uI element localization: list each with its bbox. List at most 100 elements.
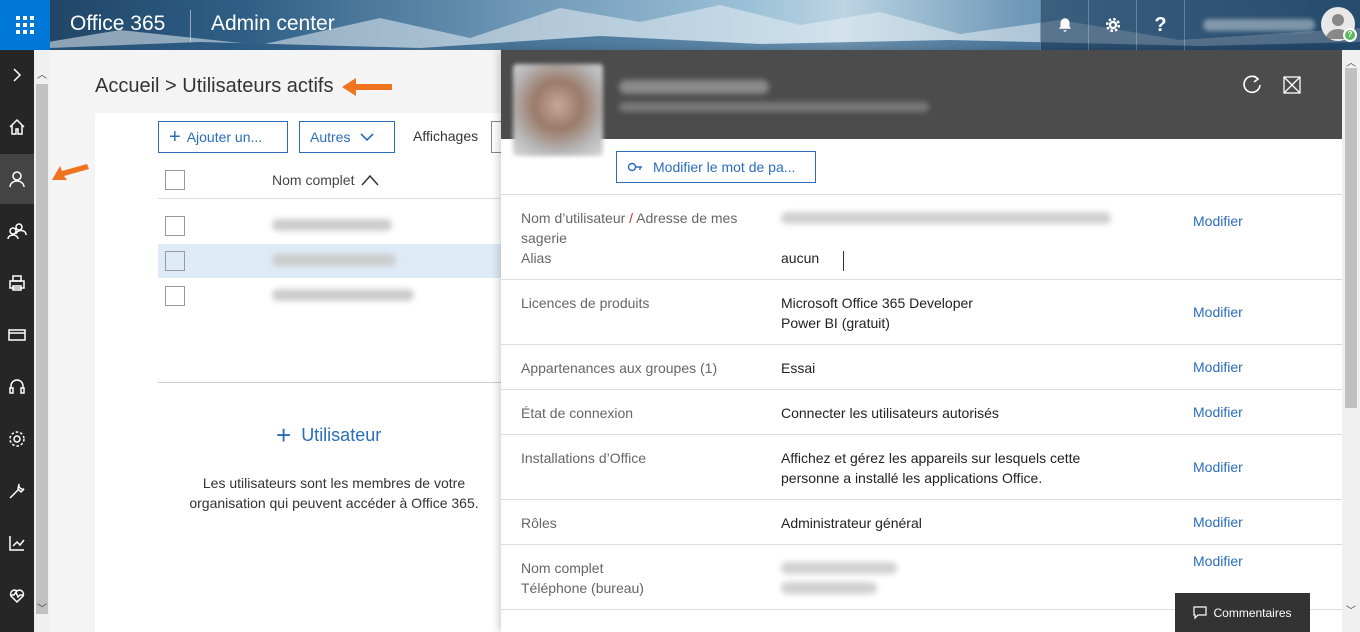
edit-licenses-link[interactable]: Modifier bbox=[1193, 304, 1243, 320]
nav-scrollbar[interactable]: ︿ ﹀ bbox=[34, 50, 50, 632]
select-all-checkbox[interactable] bbox=[165, 170, 185, 190]
nav-item-settings[interactable] bbox=[0, 414, 34, 464]
text-cursor bbox=[843, 251, 844, 271]
notifications-button[interactable] bbox=[1040, 0, 1088, 50]
full-name-value-redacted bbox=[781, 562, 897, 574]
breadcrumb-home[interactable]: Accueil bbox=[95, 75, 159, 97]
row-checkbox[interactable] bbox=[165, 216, 185, 236]
app-section-title: Admin center bbox=[211, 12, 335, 35]
panel-scrollbar[interactable]: ︿ ﹀ bbox=[1342, 50, 1360, 632]
app-launcher-button[interactable] bbox=[0, 0, 50, 50]
panel-header bbox=[501, 50, 1342, 139]
breadcrumb-separator: > bbox=[165, 75, 177, 97]
sort-ascending-icon[interactable] bbox=[361, 174, 379, 186]
annotation-arrow-icon bbox=[342, 78, 392, 96]
reset-password-button[interactable]: Modifier le mot de pa... bbox=[616, 151, 816, 183]
user-name-redacted bbox=[272, 219, 392, 231]
nav-item-billing[interactable] bbox=[0, 310, 34, 360]
row-checkbox[interactable] bbox=[165, 286, 185, 306]
section-divider bbox=[501, 344, 1342, 345]
user-details-panel: Modifier le mot de pa... Nom d’utilisate… bbox=[501, 50, 1342, 632]
username-value-redacted bbox=[781, 212, 1111, 224]
table-row[interactable] bbox=[158, 244, 502, 278]
more-actions-label: Autres bbox=[310, 129, 351, 145]
table-row[interactable] bbox=[158, 279, 502, 313]
user-email-redacted bbox=[619, 102, 929, 112]
edit-groups-link[interactable]: Modifier bbox=[1193, 359, 1243, 375]
license-item: Power BI (gratuit) bbox=[781, 315, 890, 331]
account-menu[interactable]: ? bbox=[1184, 0, 1360, 50]
nav-item-setup[interactable] bbox=[0, 466, 34, 516]
office-phone-label: Téléphone (bureau) bbox=[521, 580, 644, 596]
list-header-divider bbox=[158, 198, 502, 199]
office-installs-value: personne a installé les applications Off… bbox=[781, 470, 1043, 486]
credit-card-icon bbox=[8, 329, 26, 341]
edit-username-link[interactable]: Modifier bbox=[1193, 213, 1243, 229]
nav-item-support[interactable] bbox=[0, 362, 34, 412]
nav-item-resources[interactable] bbox=[0, 258, 34, 308]
annotation-arrow-icon bbox=[52, 164, 89, 180]
help-button[interactable]: ? bbox=[1136, 0, 1184, 50]
add-user-link-label: Utilisateur bbox=[301, 424, 382, 445]
chevron-up-icon[interactable]: ︿ bbox=[1346, 54, 1356, 69]
chart-icon bbox=[9, 536, 25, 551]
add-user-link[interactable]: + Utilisateur bbox=[276, 422, 381, 448]
user-name-redacted bbox=[272, 289, 414, 301]
license-item: Microsoft Office 365 Developer bbox=[781, 295, 973, 311]
printer-icon bbox=[9, 275, 25, 291]
edit-roles-link[interactable]: Modifier bbox=[1193, 514, 1243, 530]
row-checkbox[interactable] bbox=[165, 251, 185, 271]
header-divider bbox=[190, 10, 191, 42]
phone-value-redacted bbox=[781, 582, 877, 594]
reset-password-label: Modifier le mot de pa... bbox=[653, 159, 796, 175]
headset-icon bbox=[9, 379, 25, 394]
breadcrumb-current: Utilisateurs actifs bbox=[182, 75, 334, 97]
close-icon[interactable] bbox=[1283, 76, 1301, 94]
roles-label: Rôles bbox=[521, 515, 557, 531]
comment-icon bbox=[1193, 605, 1208, 619]
nav-scroll-thumb[interactable] bbox=[36, 84, 48, 614]
presence-status-icon: ? bbox=[1343, 28, 1357, 42]
alias-label: Alias bbox=[521, 250, 552, 266]
top-bar: Office 365 Admin center ? ? bbox=[0, 0, 1360, 50]
key-icon bbox=[627, 162, 642, 172]
chevron-down-icon[interactable]: ﹀ bbox=[37, 600, 47, 615]
nav-item-health[interactable] bbox=[0, 570, 34, 620]
expand-nav-button[interactable] bbox=[0, 50, 34, 100]
user-photo[interactable] bbox=[513, 64, 603, 156]
nav-item-home[interactable] bbox=[0, 102, 34, 152]
chevron-up-icon[interactable]: ︿ bbox=[37, 66, 47, 81]
nav-item-reports[interactable] bbox=[0, 518, 34, 568]
roles-value: Administrateur général bbox=[781, 515, 922, 531]
nav-item-groups[interactable] bbox=[0, 206, 34, 256]
empty-state-description: Les utilisateurs sont les membres de vot… bbox=[189, 475, 479, 511]
gear-icon bbox=[1105, 17, 1120, 33]
edit-contact-link[interactable]: Modifier bbox=[1193, 553, 1243, 569]
add-user-label: Ajouter un... bbox=[186, 129, 263, 145]
table-row[interactable] bbox=[158, 209, 502, 243]
section-divider bbox=[501, 279, 1342, 280]
panel-scroll-thumb[interactable] bbox=[1345, 68, 1357, 408]
edit-installs-link[interactable]: Modifier bbox=[1193, 459, 1243, 475]
chevron-right-icon bbox=[13, 68, 22, 82]
section-divider bbox=[501, 389, 1342, 390]
groups-value: Essai bbox=[781, 360, 816, 376]
settings-button[interactable] bbox=[1088, 0, 1136, 50]
alias-value: aucun bbox=[781, 250, 820, 266]
app-name[interactable]: Office 365 bbox=[70, 12, 165, 36]
users-card bbox=[95, 113, 502, 632]
nav-item-users[interactable] bbox=[0, 154, 34, 204]
refresh-icon[interactable] bbox=[1241, 74, 1263, 96]
user-name-redacted bbox=[272, 254, 396, 266]
user-display-name-redacted bbox=[619, 80, 769, 94]
more-actions-button[interactable]: Autres bbox=[299, 121, 395, 153]
plus-icon: + bbox=[169, 126, 181, 148]
feedback-label: Commentaires bbox=[1213, 605, 1292, 620]
office-installs-value: Affichez et gérez les appareils sur lesq… bbox=[781, 450, 1081, 466]
edit-signin-link[interactable]: Modifier bbox=[1193, 404, 1243, 420]
add-user-button[interactable]: + Ajouter un... bbox=[158, 121, 288, 153]
chevron-down-icon[interactable]: ﹀ bbox=[1346, 602, 1356, 617]
list-divider bbox=[158, 382, 502, 383]
feedback-button[interactable]: Commentaires bbox=[1175, 593, 1310, 632]
column-header-full-name[interactable]: Nom complet bbox=[272, 172, 354, 188]
